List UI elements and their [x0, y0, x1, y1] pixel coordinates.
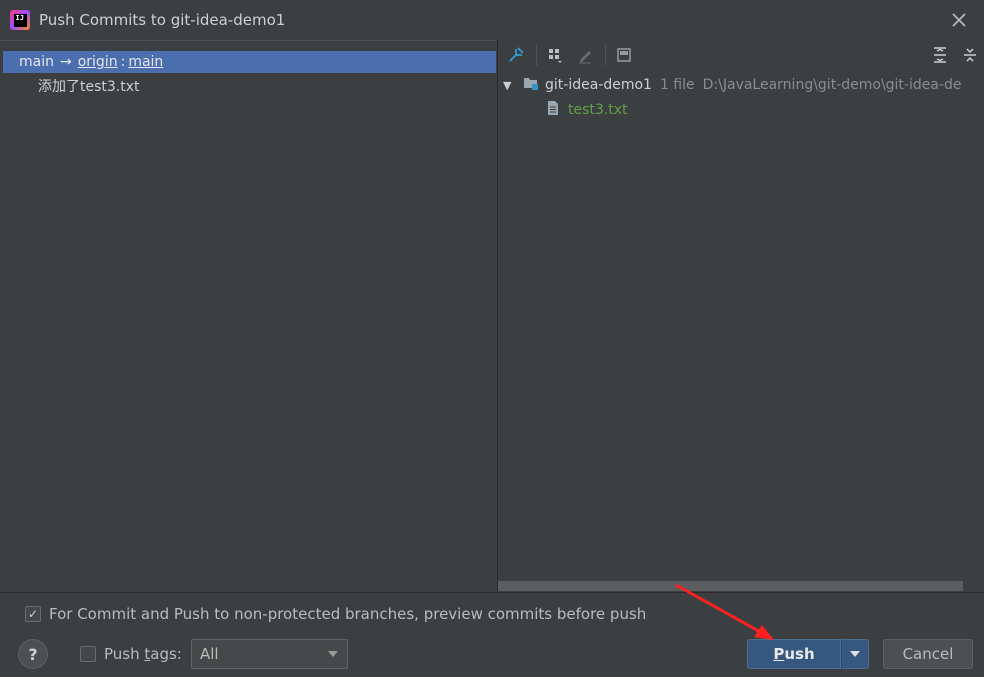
local-branch: main [19, 54, 54, 70]
preview-commits-checkbox[interactable]: ✓ [25, 606, 41, 622]
push-dropdown-button[interactable] [841, 639, 869, 669]
changes-tree: ▼ git-idea-demo1 1 file D:\JavaLearning\… [498, 70, 984, 580]
push-button[interactable]: Push [747, 639, 841, 669]
file-count: 1 file [659, 77, 695, 93]
chevron-down-icon [850, 651, 860, 657]
horizontal-scrollbar[interactable] [498, 581, 963, 591]
dialog-footer: ✓ For Commit and Push to non-protected b… [0, 592, 984, 677]
pin-icon[interactable] [504, 43, 528, 67]
push-label-rest: ush [784, 645, 815, 663]
edit-icon[interactable] [573, 43, 597, 67]
app-icon-label: IJ [13, 13, 27, 27]
repo-name: git-idea-demo1 [545, 77, 652, 93]
commits-panel: main → origin : main 添加了test3.txt [0, 40, 497, 592]
file-name: test3.txt [568, 102, 628, 118]
preview-commits-label[interactable]: For Commit and Push to non-protected bra… [49, 605, 646, 623]
toolbar-separator [536, 44, 537, 66]
push-tags-label[interactable]: Push tags: [104, 645, 182, 663]
preview-icon[interactable] [612, 43, 636, 67]
push-arrow: → [59, 54, 72, 70]
tree-file-node[interactable]: test3.txt [546, 99, 628, 121]
help-button[interactable]: ? [18, 639, 48, 669]
window-title: Push Commits to git-idea-demo1 [39, 11, 286, 29]
toolbar-separator [605, 44, 606, 66]
cancel-button[interactable]: Cancel [883, 639, 973, 669]
title-bar: IJ Push Commits to git-idea-demo1 [0, 0, 984, 40]
expand-triangle-icon[interactable]: ▼ [503, 79, 517, 92]
branch-row[interactable]: main → origin : main [3, 51, 496, 73]
remote-name-link[interactable]: origin [78, 54, 118, 70]
push-tags-checkbox[interactable] [80, 646, 96, 662]
push-tags-select[interactable]: All [191, 639, 348, 669]
push-mnemonic: P [773, 645, 785, 663]
repo-path: D:\JavaLearning\git-demo\git-idea-de [702, 77, 962, 93]
branch-separator: : [120, 54, 126, 70]
push-tags-label-pre: Push [104, 645, 145, 663]
text-file-icon [546, 100, 560, 120]
folder-icon [523, 75, 539, 95]
changes-toolbar [498, 40, 984, 70]
commit-item[interactable]: 添加了test3.txt [38, 76, 140, 96]
intellij-app-icon: IJ [10, 10, 30, 30]
push-tags-label-post: ags: [150, 645, 182, 663]
remote-branch-link[interactable]: main [128, 54, 163, 70]
changes-panel: ▼ git-idea-demo1 1 file D:\JavaLearning\… [498, 40, 984, 592]
expand-all-icon[interactable] [928, 43, 952, 67]
collapse-all-icon[interactable] [958, 43, 982, 67]
tree-root-node[interactable]: ▼ git-idea-demo1 1 file D:\JavaLearning\… [503, 74, 962, 96]
push-tags-selected-value: All [200, 645, 219, 663]
close-icon[interactable] [948, 9, 970, 31]
group-by-icon[interactable] [543, 43, 567, 67]
chevron-down-icon [328, 651, 338, 657]
